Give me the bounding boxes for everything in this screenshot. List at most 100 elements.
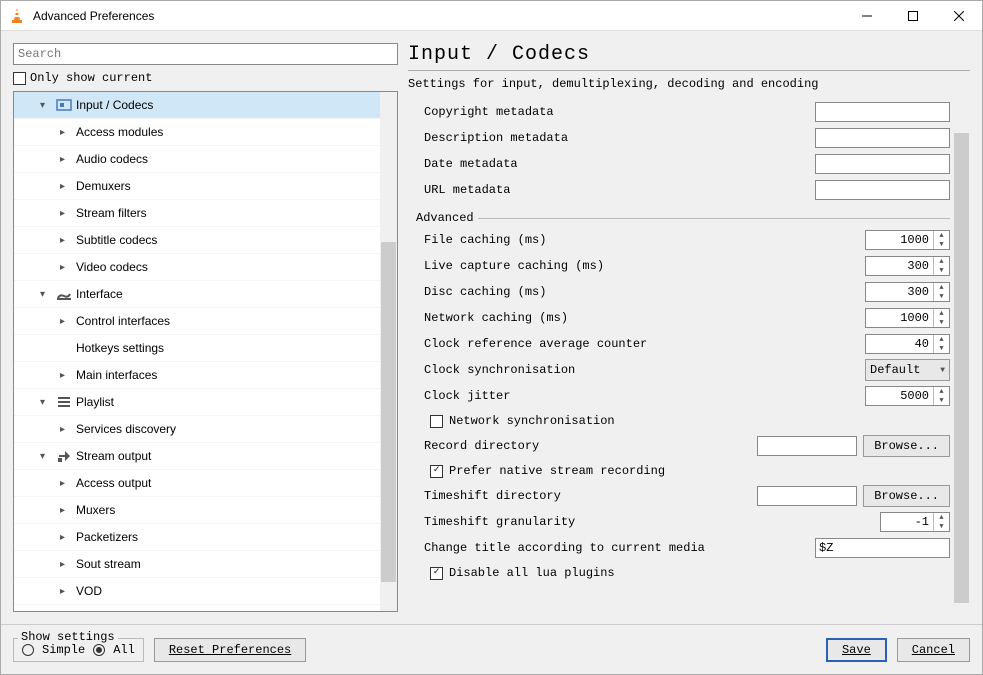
timeshift-gran-spinner[interactable]: -1▲▼ [880, 512, 950, 532]
vlc-icon [9, 8, 25, 24]
tree-item-subtitle-codecs[interactable]: ▸ Subtitle codecs [14, 227, 380, 254]
metadata-field-row: Description metadata [408, 125, 950, 151]
chevron-down-icon: ▾ [40, 451, 52, 462]
tree-item-playlist[interactable]: ▾Playlist [14, 389, 380, 416]
tree-item-demuxers[interactable]: ▸Demuxers [14, 173, 380, 200]
timeshift-dir-input[interactable] [757, 486, 857, 506]
chevron-down-icon: ▾ [40, 100, 52, 111]
tree-item-input-codecs[interactable]: ▾ Input / Codecs [14, 92, 380, 119]
all-radio[interactable] [93, 644, 105, 656]
footer: Show settings Simple All Reset Preferenc… [1, 624, 982, 674]
tree-item-label: Muxers [76, 503, 115, 517]
right-column: Input / Codecs Settings for input, demul… [408, 43, 970, 612]
chevron-right-icon: ▸ [60, 559, 72, 570]
interface-icon [56, 286, 72, 302]
scrollbar-thumb[interactable] [381, 242, 396, 582]
tree-item-services-discovery[interactable]: ▸Services discovery [14, 416, 380, 443]
window-title: Advanced Preferences [33, 9, 844, 23]
metadata-input[interactable] [815, 180, 950, 200]
chevron-down-icon: ▾ [40, 397, 52, 408]
cancel-button[interactable]: Cancel [897, 638, 970, 662]
tree-item-vod[interactable]: ▸VOD [14, 578, 380, 605]
live-capture-caching-spinner[interactable]: 300▲▼ [865, 256, 950, 276]
only-show-current-row: Only show current [13, 71, 398, 85]
metadata-field-row: Date metadata [408, 151, 950, 177]
network-caching-row: Network caching (ms) 1000▲▼ [408, 305, 950, 331]
tree-item-interface[interactable]: ▾ Interface [14, 281, 380, 308]
maximize-button[interactable] [890, 1, 936, 31]
show-settings-group: Show settings Simple All [13, 638, 144, 662]
record-dir-input[interactable] [757, 436, 857, 456]
tree-item-label: Main interfaces [76, 368, 157, 382]
clock-jitter-spinner[interactable]: 5000▲▼ [865, 386, 950, 406]
preferences-window: Advanced Preferences Only show current ▾… [0, 0, 983, 675]
network-caching-spinner[interactable]: 1000▲▼ [865, 308, 950, 328]
save-button[interactable]: Save [826, 638, 887, 662]
disc-caching-spinner[interactable]: 300▲▼ [865, 282, 950, 302]
tree-item-label: Stream filters [76, 206, 147, 220]
metadata-field-row: Copyright metadata [408, 99, 950, 125]
change-title-input[interactable] [815, 538, 950, 558]
panel-subtitle: Settings for input, demultiplexing, deco… [408, 77, 970, 91]
reset-preferences-button[interactable]: Reset Preferences [154, 638, 306, 662]
metadata-input[interactable] [815, 102, 950, 122]
simple-radio[interactable] [22, 644, 34, 656]
tree-item-access-modules[interactable]: ▸Access modules [14, 119, 380, 146]
clock-sync-dropdown[interactable]: Default▼ [865, 359, 950, 381]
panel-title: Input / Codecs [408, 43, 970, 66]
tree-item-label: Services discovery [76, 422, 176, 436]
record-dir-browse-button[interactable]: Browse... [863, 435, 950, 457]
chevron-right-icon: ▸ [60, 154, 72, 165]
clock-jitter-row: Clock jitter 5000▲▼ [408, 383, 950, 409]
chevron-right-icon: ▸ [60, 235, 72, 246]
divider [408, 70, 970, 71]
tree-item-audio-codecs[interactable]: ▸Audio codecs [14, 146, 380, 173]
chevron-right-icon: ▸ [60, 505, 72, 516]
titlebar: Advanced Preferences [1, 1, 982, 31]
only-show-current-checkbox[interactable] [13, 72, 26, 85]
tree-scrollbar[interactable] [380, 92, 397, 611]
timeshift-dir-browse-button[interactable]: Browse... [863, 485, 950, 507]
prefer-native-checkbox[interactable] [430, 465, 443, 478]
record-dir-row: Record directory Browse... [408, 433, 950, 459]
chevron-down-icon: ▾ [40, 289, 52, 300]
tree-item-access-output[interactable]: ▸Access output [14, 470, 380, 497]
tree-item-packetizers[interactable]: ▸Packetizers [14, 524, 380, 551]
tree-item-stream-output[interactable]: ▾Stream output [14, 443, 380, 470]
tree-item-label: Sout stream [76, 557, 141, 571]
network-sync-checkbox[interactable] [430, 415, 443, 428]
file-caching-row: File caching (ms) 1000▲▼ [408, 227, 950, 253]
tree-item-sout-stream[interactable]: ▸ Sout stream [14, 551, 380, 578]
metadata-input[interactable] [815, 128, 950, 148]
advanced-section-label: Advanced [408, 211, 950, 225]
search-input[interactable] [13, 43, 398, 65]
clock-sync-row: Clock synchronisation Default▼ [408, 357, 950, 383]
tree-item-main-interfaces[interactable]: ▸Main interfaces [14, 362, 380, 389]
disable-lua-row: Disable all lua plugins [408, 561, 950, 585]
only-show-current-label: Only show current [30, 71, 152, 85]
tree-item-video-codecs[interactable]: ▸Video codecs [14, 254, 380, 281]
clock-ref-avg-spinner[interactable]: 40▲▼ [865, 334, 950, 354]
metadata-field-row: URL metadata [408, 177, 950, 203]
minimize-button[interactable] [844, 1, 890, 31]
tree-item-label: Subtitle codecs [76, 233, 157, 247]
tree-item-hotkeys-settings[interactable]: Hotkeys settings [14, 335, 380, 362]
tree-item-control-interfaces[interactable]: ▸Control interfaces [14, 308, 380, 335]
chevron-down-icon: ▼ [940, 366, 945, 375]
tree-item-label: Input / Codecs [76, 98, 153, 112]
tree-item-label: Hotkeys settings [76, 341, 164, 355]
tree-item-muxers[interactable]: ▸ Muxers [14, 497, 380, 524]
chevron-right-icon: ▸ [60, 208, 72, 219]
tree-item-label: Interface [76, 287, 123, 301]
network-sync-row: Network synchronisation [408, 409, 950, 433]
settings-area: Copyright metadataDescription metadataDa… [408, 99, 970, 612]
tree-item-stream-filters[interactable]: ▸ Stream filters [14, 200, 380, 227]
settings-scrollbar[interactable] [953, 93, 970, 612]
disable-lua-checkbox[interactable] [430, 567, 443, 580]
file-caching-spinner[interactable]: 1000▲▼ [865, 230, 950, 250]
close-button[interactable] [936, 1, 982, 31]
left-column: Only show current ▾ Input / Codecs ▸Access… [13, 43, 398, 612]
scrollbar-thumb[interactable] [954, 133, 969, 603]
timeshift-dir-row: Timeshift directory Browse... [408, 483, 950, 509]
metadata-input[interactable] [815, 154, 950, 174]
